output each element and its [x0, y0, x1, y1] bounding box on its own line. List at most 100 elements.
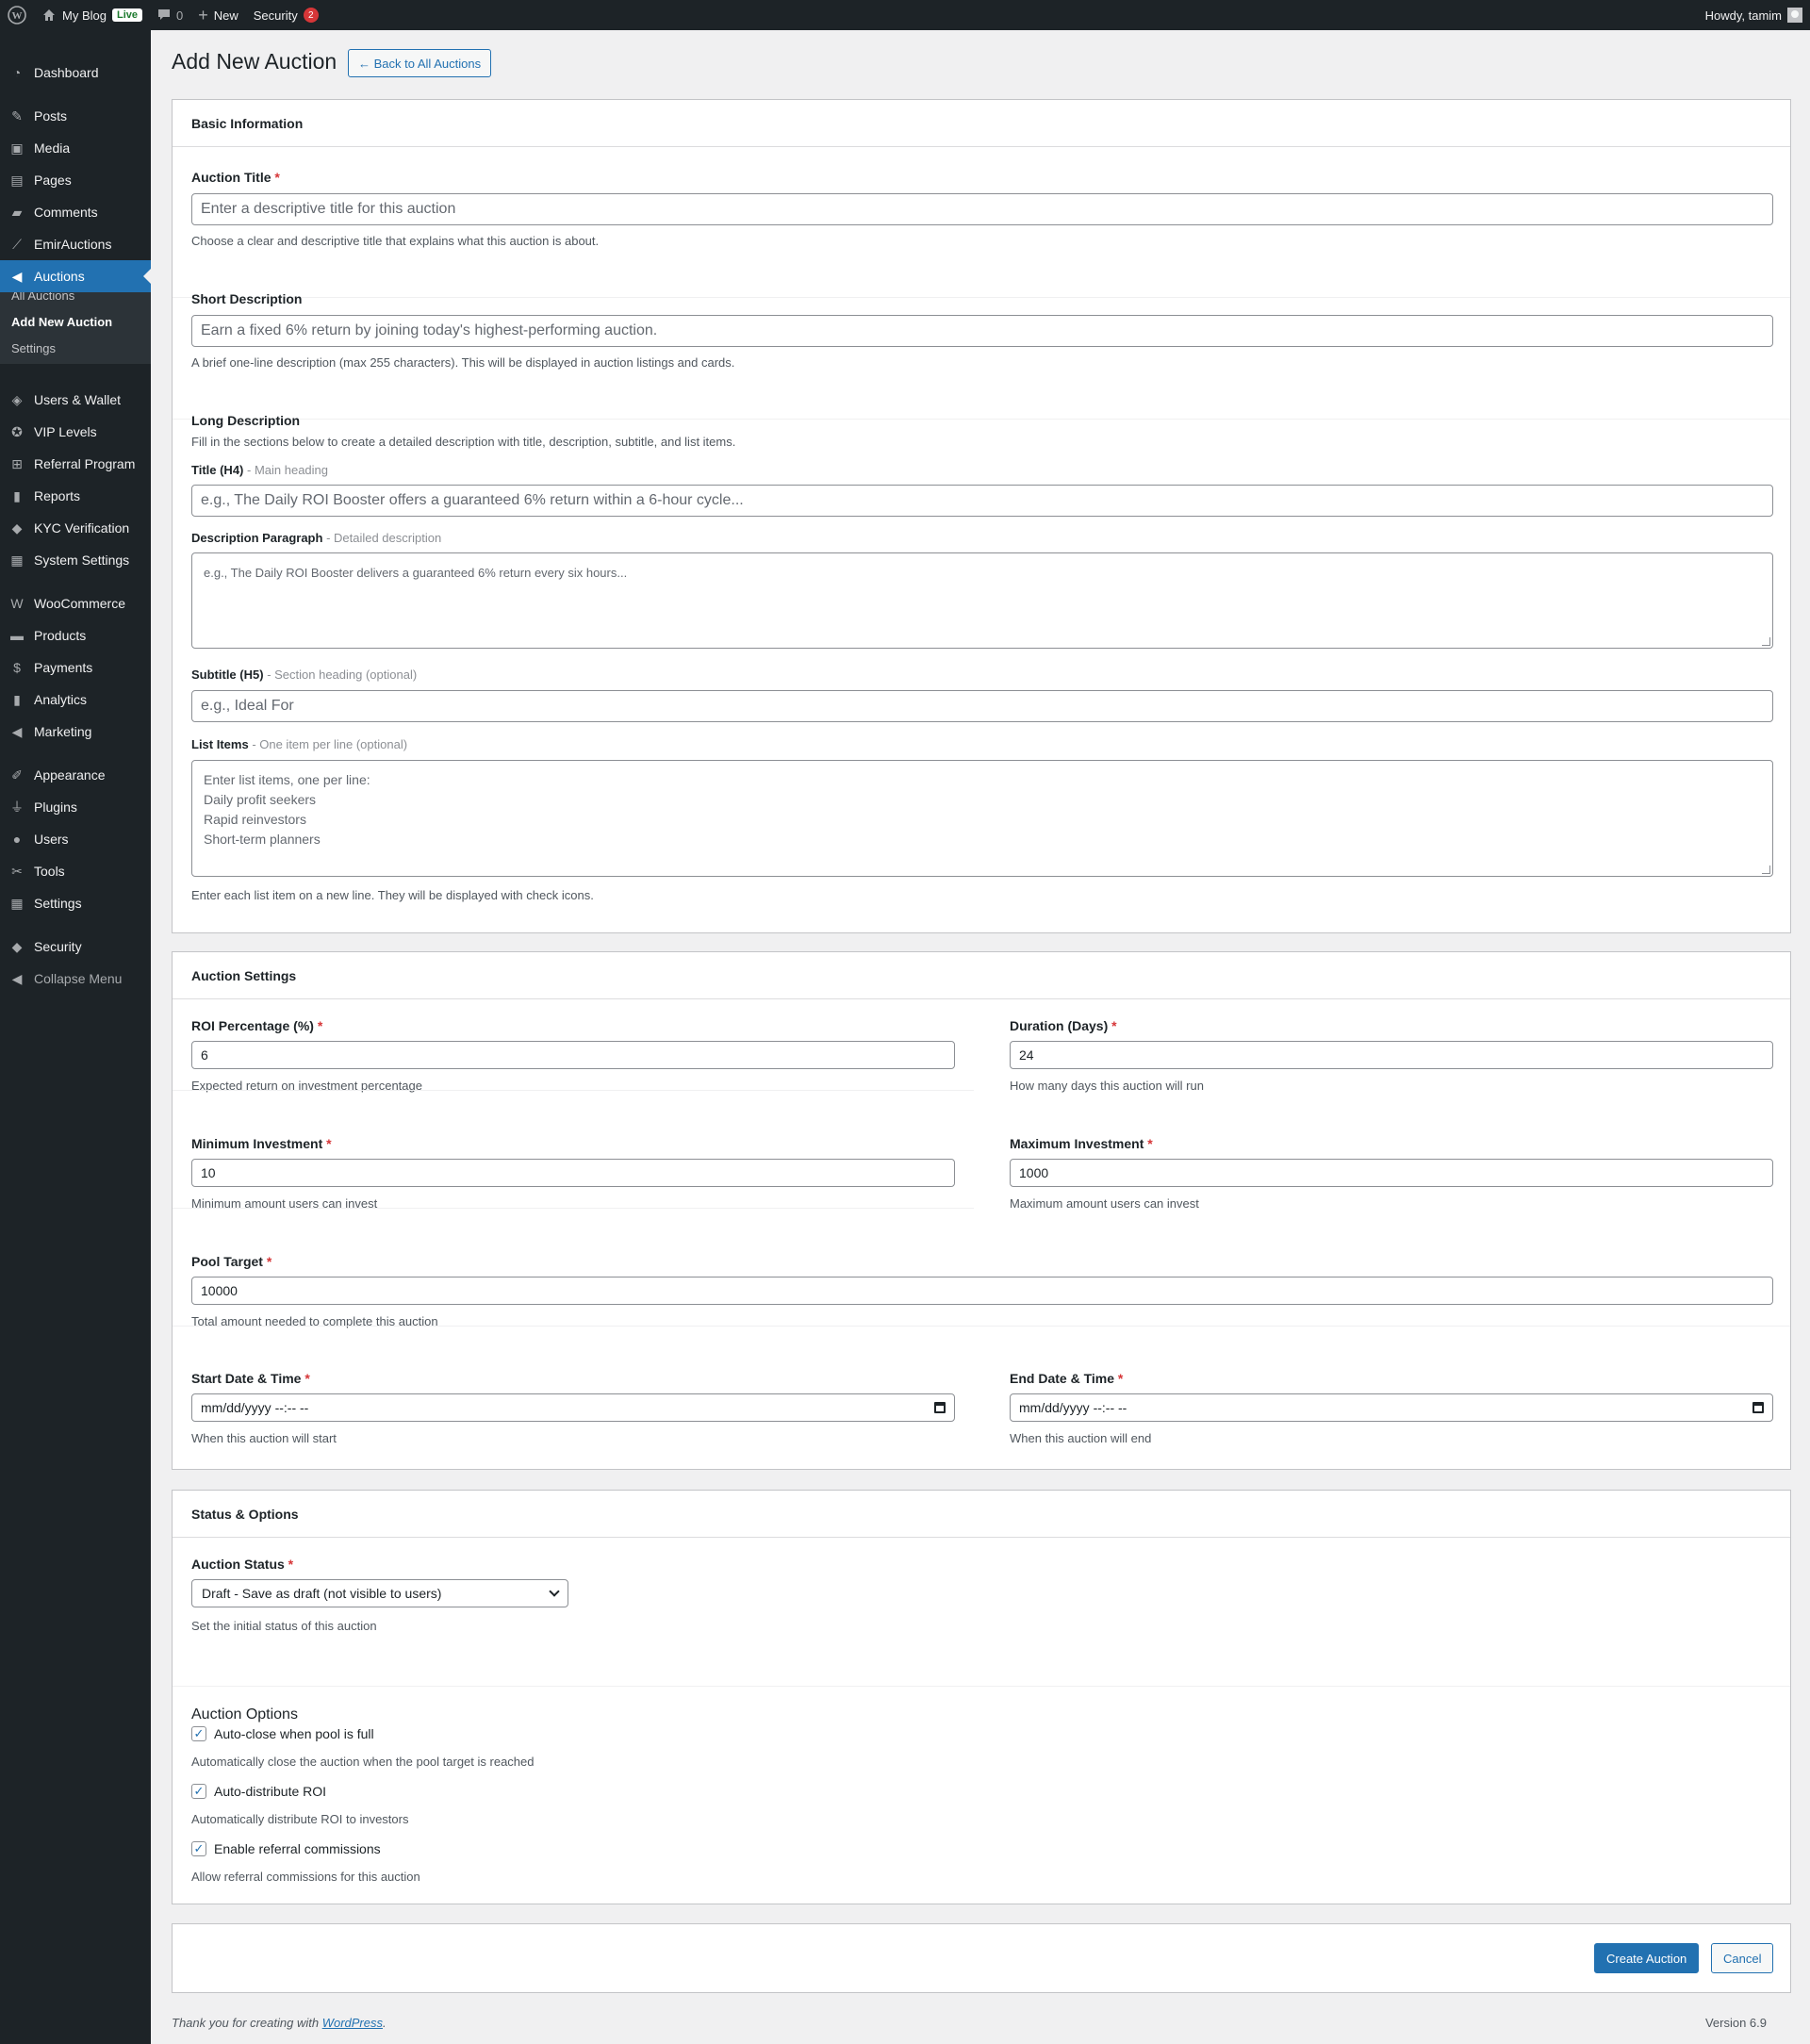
- sidebar-item-label: Dashboard: [34, 65, 99, 80]
- sidebar-item-label: Appearance: [34, 767, 106, 783]
- checkbox-checked[interactable]: ✓: [191, 1726, 206, 1741]
- sidebar-item-collapse-menu[interactable]: ◀ Collapse Menu: [0, 963, 151, 995]
- account-menu[interactable]: Howdy, tamim: [1698, 0, 1810, 30]
- sidebar-item-label: Referral Program: [34, 456, 136, 471]
- wordpress-link[interactable]: WordPress: [322, 2016, 383, 2030]
- sidebar-item-plugins[interactable]: ⏚ Plugins: [0, 791, 151, 823]
- field-label: Duration (Days): [1010, 1018, 1109, 1033]
- sidebar-item-products[interactable]: ▬ Products: [0, 619, 151, 651]
- sidebar-item-dashboard[interactable]: ◔ Dashboard: [0, 57, 151, 89]
- submenu-settings[interactable]: Settings: [11, 341, 56, 355]
- field-label: ROI Percentage (%): [191, 1018, 314, 1033]
- maximum-investment-input[interactable]: 1000: [1010, 1159, 1773, 1187]
- required-marker: *: [1147, 1136, 1153, 1151]
- sidebar-item-marketing[interactable]: ◀ Marketing: [0, 716, 151, 748]
- sidebar-item-media[interactable]: ▣ Media: [0, 132, 151, 164]
- pool-target-input[interactable]: 10000: [191, 1277, 1773, 1305]
- sidebar-item-payments[interactable]: $ Payments: [0, 651, 151, 684]
- checkbox-checked[interactable]: ✓: [191, 1784, 206, 1799]
- end-date-input[interactable]: mm/dd/yyyy --:-- --: [1010, 1393, 1773, 1422]
- minimum-investment-field: Minimum Investment * 10 Minimum amount u…: [191, 1136, 955, 1211]
- duration-days-input[interactable]: 24: [1010, 1041, 1773, 1069]
- list-items-textarea[interactable]: Enter list items, one per line: Daily pr…: [191, 760, 1773, 877]
- selected-value: Draft - Save as draft (not visible to us…: [202, 1586, 442, 1601]
- footer-thanks: Thank you for creating with WordPress.: [172, 2016, 387, 2030]
- input-value: mm/dd/yyyy --:-- --: [1019, 1400, 1127, 1415]
- pages-icon: ▤: [10, 172, 24, 188]
- wordpress-logo-icon[interactable]: W: [0, 0, 34, 30]
- subtitle-h5-input[interactable]: e.g., Ideal For: [191, 690, 1773, 722]
- security-link[interactable]: Security 2: [246, 0, 326, 30]
- footer-period: .: [383, 2016, 387, 2030]
- auction-status-select[interactable]: Draft - Save as draft (not visible to us…: [191, 1579, 568, 1607]
- plus-icon: +: [198, 6, 208, 25]
- field-label: End Date & Time: [1010, 1371, 1114, 1386]
- option-description: Automatically distribute ROI to investor…: [191, 1812, 409, 1826]
- sidebar-item-posts[interactable]: ✎ Posts: [0, 100, 151, 132]
- auction-title-field: Auction Title * Enter a descriptive titl…: [191, 170, 1773, 248]
- sidebar-item-tools[interactable]: ✂ Tools: [0, 855, 151, 887]
- sidebar-item-woocommerce[interactable]: W WooCommerce: [0, 587, 151, 619]
- sidebar-item-vip-levels[interactable]: ✪ VIP Levels: [0, 416, 151, 448]
- description-paragraph-textarea[interactable]: e.g., The Daily ROI Booster delivers a g…: [191, 552, 1773, 649]
- sidebar-item-auctions[interactable]: ◀ Auctions: [0, 260, 151, 292]
- checkbox-checked[interactable]: ✓: [191, 1841, 206, 1856]
- comments-link[interactable]: 0: [150, 0, 190, 30]
- sidebar-item-label: Media: [34, 140, 71, 156]
- back-to-all-auctions-button[interactable]: ← Back to All Auctions: [348, 49, 492, 77]
- auction-title-input[interactable]: Enter a descriptive title for this aucti…: [191, 193, 1773, 225]
- sidebar-item-analytics[interactable]: ▮ Analytics: [0, 684, 151, 716]
- user-icon: ●: [12, 832, 22, 847]
- megaphone-icon: ◀: [11, 723, 23, 739]
- roi-percentage-input[interactable]: 6: [191, 1041, 955, 1069]
- sidebar-item-kyc-verification[interactable]: ◆ KYC Verification: [0, 512, 151, 544]
- bar-chart-icon: ▮: [13, 691, 21, 707]
- security-count-badge: 2: [303, 8, 319, 23]
- placeholder-line: Daily profit seekers: [204, 792, 317, 807]
- chart-line-icon: ⟋: [12, 236, 22, 252]
- option-auto-distribute[interactable]: ✓ Auto-distribute ROI: [191, 1784, 326, 1799]
- new-content-link[interactable]: + New: [190, 0, 246, 30]
- sidebar-item-system-settings[interactable]: ▦ System Settings: [0, 544, 151, 576]
- divider: [173, 1326, 1790, 1327]
- archive-icon: ▬: [10, 628, 24, 643]
- sidebar-item-appearance[interactable]: ✐ Appearance: [0, 759, 151, 791]
- comments-count: 0: [175, 8, 184, 23]
- sidebar-item-pages[interactable]: ▤ Pages: [0, 164, 151, 196]
- sidebar-item-users[interactable]: ● Users: [0, 823, 151, 855]
- sidebar-item-comments[interactable]: ▰ Comments: [0, 196, 151, 228]
- long-description-field: Long Description Fill in the sections be…: [191, 413, 1773, 902]
- sidebar-item-emirauctions[interactable]: ⟋ EmirAuctions: [0, 228, 151, 260]
- maximum-investment-field: Maximum Investment * 1000 Maximum amount…: [1010, 1136, 1773, 1211]
- minimum-investment-input[interactable]: 10: [191, 1159, 955, 1187]
- sidebar-item-settings[interactable]: ▦ Settings: [0, 887, 151, 919]
- sidebar-item-reports[interactable]: ▮ Reports: [0, 480, 151, 512]
- option-description: Automatically close the auction when the…: [191, 1755, 535, 1769]
- sidebar-item-label: Comments: [34, 205, 98, 220]
- sidebar-item-security[interactable]: ◆ Security: [0, 931, 151, 963]
- status-options-panel: Status & Options Auction Status * Draft …: [172, 1490, 1791, 1904]
- sidebar-item-label: KYC Verification: [34, 520, 130, 536]
- panel-header: Basic Information: [173, 100, 1790, 147]
- long-title-h4-input[interactable]: e.g., The Daily ROI Booster offers a gua…: [191, 485, 1773, 517]
- field-label: Auction Status: [191, 1557, 285, 1572]
- calendar-icon[interactable]: [934, 1402, 946, 1413]
- calendar-icon[interactable]: [1752, 1402, 1764, 1413]
- sidebar-item-label: WooCommerce: [34, 596, 125, 611]
- create-auction-button[interactable]: Create Auction: [1594, 1943, 1700, 1973]
- option-referral-commissions[interactable]: ✓ Enable referral commissions: [191, 1841, 381, 1856]
- sidebar-item-referral-program[interactable]: ⊞ Referral Program: [0, 448, 151, 480]
- divider: [173, 1208, 974, 1209]
- placeholder-line: Rapid reinvestors: [204, 812, 306, 827]
- sidebar-item-users-wallet[interactable]: ◈ Users & Wallet: [0, 384, 151, 416]
- site-name-link[interactable]: My Blog Live: [34, 0, 150, 30]
- field-description: Enter each list item on a new line. They…: [191, 888, 594, 902]
- submenu-add-new-auction[interactable]: Add New Auction: [11, 315, 112, 329]
- panel-header: Auction Settings: [173, 952, 1790, 999]
- sidebar-item-label: Security: [34, 939, 82, 954]
- cancel-button[interactable]: Cancel: [1711, 1943, 1774, 1973]
- option-auto-close[interactable]: ✓ Auto-close when pool is full: [191, 1726, 374, 1741]
- wallet-icon: ◈: [11, 391, 23, 407]
- start-date-input[interactable]: mm/dd/yyyy --:-- --: [191, 1393, 955, 1422]
- short-description-input[interactable]: Earn a fixed 6% return by joining today'…: [191, 315, 1773, 347]
